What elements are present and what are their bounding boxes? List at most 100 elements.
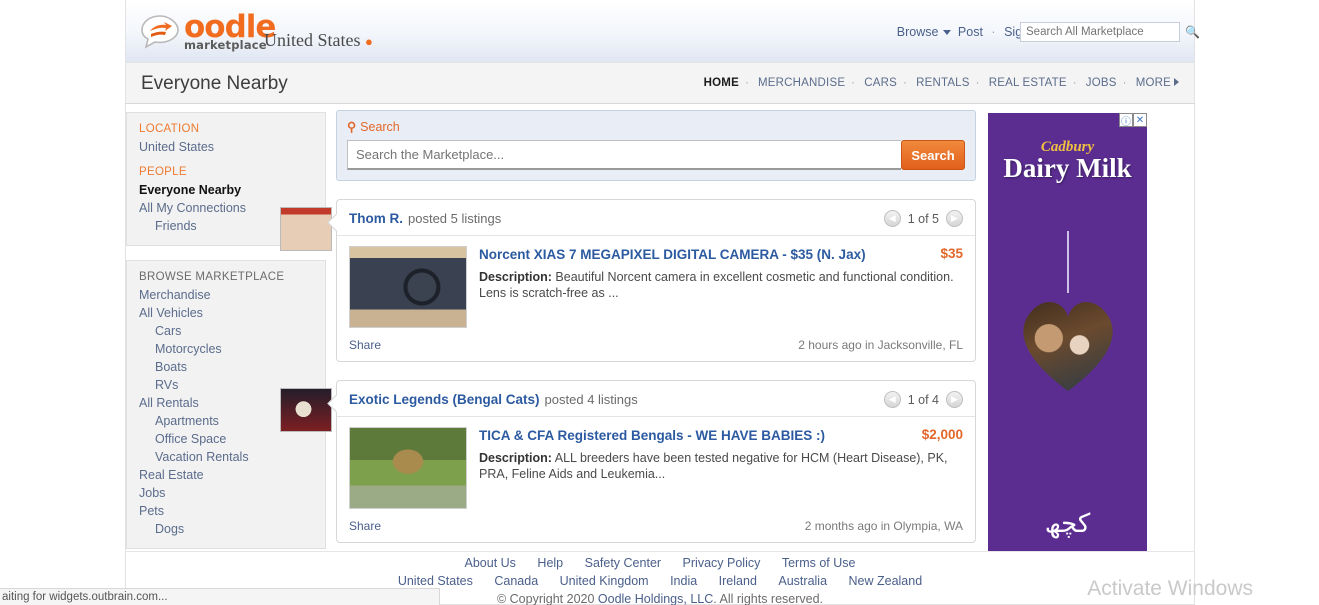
poster-avatar[interactable] [280,207,332,251]
share-link[interactable]: Share [349,338,381,352]
poster-avatar[interactable] [280,388,332,432]
posted-count: posted 4 listings [544,392,638,407]
copyright-suffix: . All rights reserved. [713,592,824,605]
sidebar-item-united-states[interactable]: United States [139,138,313,156]
listing-description: Description: ALL breeders have been test… [479,450,963,482]
nav-dot: · [903,77,907,89]
search-panel-label: ⚲ Search [347,119,965,134]
poster-name-link[interactable]: Exotic Legends (Bengal Cats) [349,392,540,407]
listing-pager: ◀ 1 of 4 ▶ [883,391,963,408]
search-icon[interactable]: 🔍 [1185,25,1200,39]
description-label: Description: [479,270,552,284]
listing-meta: 2 months ago in Olympia, WA [804,519,963,533]
sidebar-item-office-space[interactable]: Office Space [139,430,313,448]
footer-links-row: About Us Help Safety Center Privacy Poli… [126,552,1194,570]
sidebar-item-merchandise[interactable]: Merchandise [139,286,313,304]
chevron-left-icon[interactable]: ◀ [883,391,901,408]
chevron-down-icon[interactable] [943,30,952,35]
sidebar-item-real-estate[interactable]: Real Estate [139,466,313,484]
tab-jobs[interactable]: JOBS [1086,77,1117,89]
sidebar-item-pets[interactable]: Pets [139,502,313,520]
global-search-box[interactable]: 🔍 [1020,22,1200,42]
listing-description: Description: Beautiful Norcent camera in… [479,269,963,301]
tab-more[interactable]: MORE [1136,77,1171,89]
marketplace-search-input[interactable] [347,140,901,170]
listing-card: Exotic Legends (Bengal Cats) posted 4 li… [336,380,976,543]
chevron-left-icon[interactable]: ◀ [883,210,901,227]
footer-countries-row: United States Canada United Kingdom Indi… [126,570,1194,588]
tab-cars[interactable]: CARS [864,77,897,89]
listing-card-footer: Share 2 hours ago in Jacksonville, FL [337,328,975,361]
site-header: oodle marketplace United States ● Browse… [125,0,1200,62]
listing-title-link[interactable]: Norcent XIAS 7 MEGAPIXEL DIGITAL CAMERA … [479,246,930,263]
copyright-company-link[interactable]: Oodle Holdings, LLC [598,592,713,605]
footer-link-terms-of-use[interactable]: Terms of Use [782,556,856,570]
tab-merchandise[interactable]: MERCHANDISE [758,77,845,89]
sidebar-item-dogs[interactable]: Dogs [139,520,313,538]
footer-link-privacy-policy[interactable]: Privacy Policy [683,556,761,570]
listing-pager: ◀ 1 of 5 ▶ [883,210,963,227]
chevron-right-icon[interactable] [1174,78,1179,86]
ad-product-text: Dairy Milk [1003,153,1132,183]
browse-menu[interactable]: Browse [897,25,939,39]
share-link[interactable]: Share [349,519,381,533]
footer-country-australia[interactable]: Australia [778,574,827,588]
advertisement-banner[interactable]: ⓘ ✕ Cadbury Dairy Milk کچھ [988,113,1147,553]
listing-thumbnail[interactable] [349,427,467,509]
page-subheader: Everyone Nearby HOME · MERCHANDISE · CARS ·… [125,62,1195,104]
main-feed: ⚲Search Search Thom R. posted 5 listings… [280,110,976,543]
country-selector[interactable]: United States ● [264,30,373,51]
nav-dot: · [1072,77,1077,89]
global-search-input[interactable] [1021,26,1185,38]
ad-controls: ⓘ ✕ [1119,113,1147,128]
footer-country-new-zealand[interactable]: New Zealand [849,574,923,588]
nav-dot: · [851,77,856,89]
tab-home[interactable]: HOME [704,77,739,89]
sidebar-item-boats[interactable]: Boats [139,358,313,376]
sidebar-item-vacation-rentals[interactable]: Vacation Rentals [139,448,313,466]
chevron-right-icon[interactable]: ▶ [946,391,963,408]
chevron-right-icon[interactable]: ▶ [946,210,963,227]
close-icon[interactable]: ✕ [1133,113,1147,127]
listing-info: TICA & CFA Registered Bengals - WE HAVE … [479,427,963,509]
nav-dot: · [1122,77,1127,89]
footer-country-canada[interactable]: Canada [494,574,538,588]
post-link[interactable]: Post [958,25,983,39]
poster-name-link[interactable]: Thom R. [349,211,403,226]
footer-link-about-us[interactable]: About Us [465,556,516,570]
listing-title-row: TICA & CFA Registered Bengals - WE HAVE … [479,427,963,444]
listing-meta: 2 hours ago in Jacksonville, FL [798,338,963,352]
tab-real-estate[interactable]: REAL ESTATE [989,77,1067,89]
nav-dot: · [744,77,749,89]
nav-dot: · [975,77,980,89]
search-button[interactable]: Search [901,140,965,170]
footer-link-safety-center[interactable]: Safety Center [585,556,661,570]
ad-hanging-string [1067,231,1069,293]
listing-price: $35 [940,246,963,261]
location-pin-icon: ● [365,34,373,49]
copyright-prefix: © Copyright 2020 [496,592,598,605]
oodle-logo[interactable]: oodle marketplace [140,12,276,52]
sidebar-item-everyone-nearby[interactable]: Everyone Nearby [139,181,313,199]
sidebar-item-motorcycles[interactable]: Motorcycles [139,340,313,358]
location-heading: LOCATION [139,123,200,135]
adchoices-info-icon[interactable]: ⓘ [1119,113,1133,128]
sidebar-item-all-vehicles[interactable]: All Vehicles [139,304,313,322]
oodle-speech-bubble-icon [140,14,180,50]
footer-country-india[interactable]: India [670,574,697,588]
footer-country-united-kingdom[interactable]: United Kingdom [560,574,649,588]
ad-heart-photo [1016,291,1120,395]
footer-country-united-states[interactable]: United States [398,574,473,588]
tab-rentals[interactable]: RENTALS [916,77,970,89]
footer-link-help[interactable]: Help [537,556,563,570]
sidebar-item-cars[interactable]: Cars [139,322,313,340]
sidebar-item-jobs[interactable]: Jobs [139,484,313,502]
listing-title-row: Norcent XIAS 7 MEGAPIXEL DIGITAL CAMERA … [479,246,963,263]
listing-card-body: TICA & CFA Registered Bengals - WE HAVE … [337,417,975,509]
listing-price: $2,000 [921,427,963,442]
footer-country-ireland[interactable]: Ireland [719,574,757,588]
listing-thumbnail[interactable] [349,246,467,328]
windows-activation-watermark: Activate Windows [1087,577,1253,600]
listing-title-link[interactable]: TICA & CFA Registered Bengals - WE HAVE … [479,427,912,444]
